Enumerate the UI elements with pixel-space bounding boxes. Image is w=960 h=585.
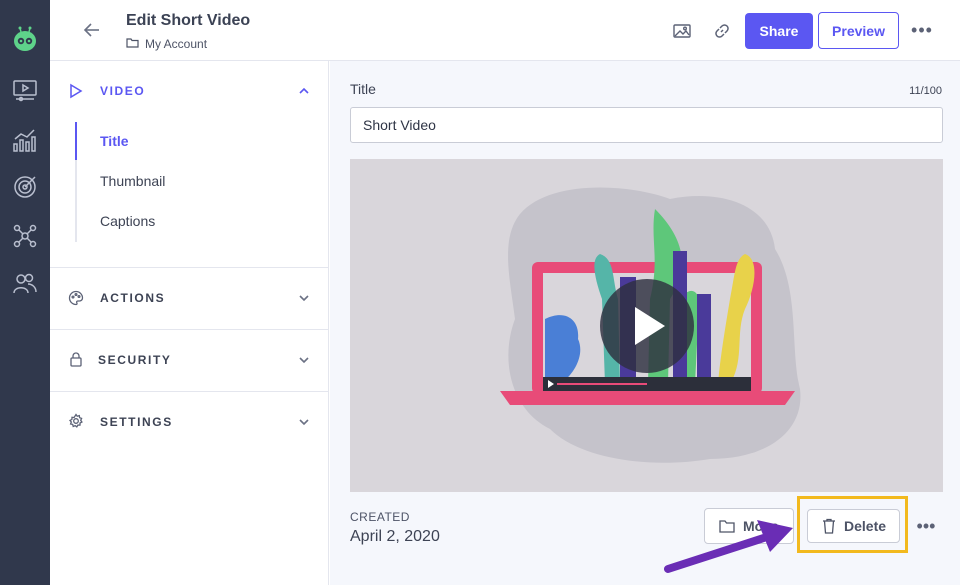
- target-icon[interactable]: [11, 173, 39, 201]
- subnav-item-captions[interactable]: Captions: [100, 213, 155, 229]
- more-icon[interactable]: •••: [914, 514, 938, 538]
- folder-icon: [719, 520, 735, 533]
- main-content: Title 11/100 CREATED April 2, 2020: [330, 61, 960, 585]
- robot-logo-icon[interactable]: [11, 25, 39, 53]
- users-icon[interactable]: [11, 270, 39, 298]
- folder-icon: [126, 37, 139, 51]
- title-field-label: Title: [350, 81, 376, 97]
- section-actions-label: ACTIONS: [100, 291, 166, 305]
- character-counter: 11/100: [909, 85, 942, 97]
- section-video-label: VIDEO: [100, 84, 146, 98]
- chevron-down-icon: [299, 357, 309, 364]
- video-player[interactable]: [350, 159, 943, 492]
- preview-button[interactable]: Preview: [818, 12, 899, 49]
- chevron-down-icon: [299, 295, 309, 302]
- image-icon[interactable]: [670, 19, 694, 43]
- section-security-label: SECURITY: [98, 353, 172, 367]
- share-button[interactable]: Share: [745, 13, 813, 49]
- move-button-label: Move: [743, 518, 779, 534]
- link-icon[interactable]: [710, 19, 734, 43]
- chevron-down-icon: [299, 419, 309, 426]
- section-security-header[interactable]: SECURITY: [50, 330, 329, 390]
- lock-icon: [70, 352, 82, 367]
- move-button[interactable]: Move: [704, 508, 794, 544]
- app-rail: [0, 0, 50, 585]
- section-video-header[interactable]: VIDEO: [50, 61, 329, 121]
- subnav-item-title[interactable]: Title: [100, 133, 129, 149]
- settings-panel: VIDEO Title Thumbnail Captions ACTIONS S…: [50, 61, 329, 585]
- page-title: Edit Short Video: [126, 12, 251, 29]
- more-icon[interactable]: •••: [910, 18, 934, 42]
- section-settings-label: SETTINGS: [100, 415, 173, 429]
- palette-icon: [68, 290, 84, 306]
- video-library-icon[interactable]: [11, 76, 39, 104]
- section-actions-header[interactable]: ACTIONS: [50, 268, 329, 328]
- network-icon[interactable]: [11, 222, 39, 250]
- breadcrumb-label: My Account: [145, 37, 208, 51]
- section-settings-header[interactable]: SETTINGS: [50, 392, 329, 452]
- play-outline-icon: [70, 83, 83, 99]
- subnav-active-indicator: [75, 122, 77, 160]
- gear-icon: [68, 413, 83, 428]
- breadcrumb[interactable]: My Account: [126, 37, 207, 51]
- created-label: CREATED: [350, 510, 410, 524]
- subnav-item-thumbnail[interactable]: Thumbnail: [100, 173, 165, 189]
- delete-highlight-box: [797, 496, 908, 553]
- top-header: Edit Short Video My Account Share Previe…: [50, 0, 960, 61]
- analytics-icon[interactable]: [11, 126, 39, 154]
- video-thumbnail-illustration: [500, 187, 801, 463]
- title-input[interactable]: [350, 107, 943, 143]
- chevron-up-icon: [299, 87, 309, 94]
- back-arrow-icon[interactable]: [80, 18, 104, 42]
- created-date: April 2, 2020: [350, 528, 440, 545]
